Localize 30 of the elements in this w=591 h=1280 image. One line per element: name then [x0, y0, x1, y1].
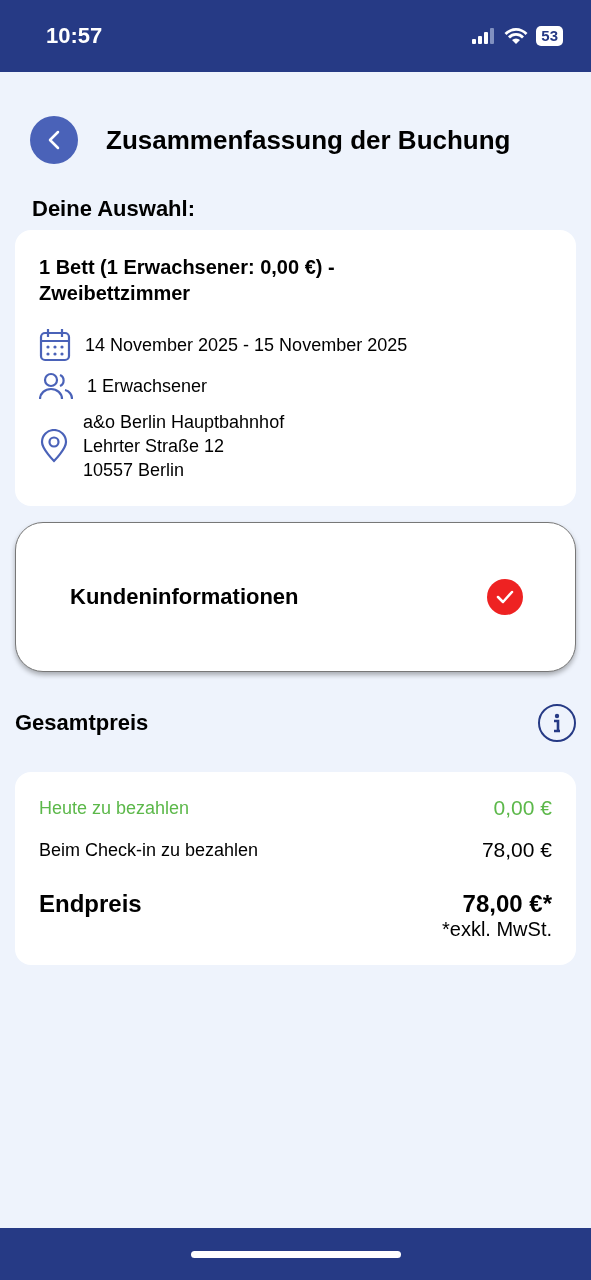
home-indicator[interactable] [190, 1250, 401, 1258]
price-label: Beim Check-in zu bezahlen [39, 839, 259, 861]
signal-icon [472, 28, 497, 44]
address-line: Lehrter Straße 12 [83, 435, 226, 458]
address-line: a&o Berlin Hauptbahnhof [83, 411, 285, 434]
people-icon [39, 372, 73, 400]
guest-count: 1 Erwachsener [87, 375, 208, 397]
back-button[interactable] [30, 116, 78, 164]
final-price-amount: 78,00 €* [462, 890, 552, 918]
wifi-icon [504, 27, 529, 45]
chevron-left-icon [48, 130, 60, 150]
address-line: 10557 Berlin [83, 459, 186, 482]
info-button[interactable] [538, 704, 576, 742]
customer-info-card[interactable]: Kundeninformationen [15, 522, 576, 672]
tax-note: *exkl. MwSt. [441, 918, 552, 941]
battery-level: 53 [536, 26, 563, 46]
date-range: 14 November 2025 - 15 November 2025 [85, 334, 408, 356]
price-label: Heute zu bezahlen [39, 797, 190, 819]
info-icon [553, 713, 561, 733]
section-heading: Deine Auswahl: [32, 196, 196, 222]
location-pin-icon [39, 429, 69, 463]
calendar-icon [39, 328, 71, 362]
total-heading: Gesamtpreis [15, 710, 149, 736]
status-time: 10:57 [46, 23, 103, 49]
page-title: Zusammenfassung der Buchung [106, 124, 511, 156]
price-amount: 78,00 € [481, 838, 552, 862]
price-amount: 0,00 € [493, 796, 552, 820]
customer-info-label: Kundeninformationen [70, 584, 299, 610]
room-title: 1 Bett (1 Erwachsener: 0,00 €) - Zweibettzimmer [39, 255, 336, 306]
final-price-label: Endpreis [39, 890, 142, 918]
